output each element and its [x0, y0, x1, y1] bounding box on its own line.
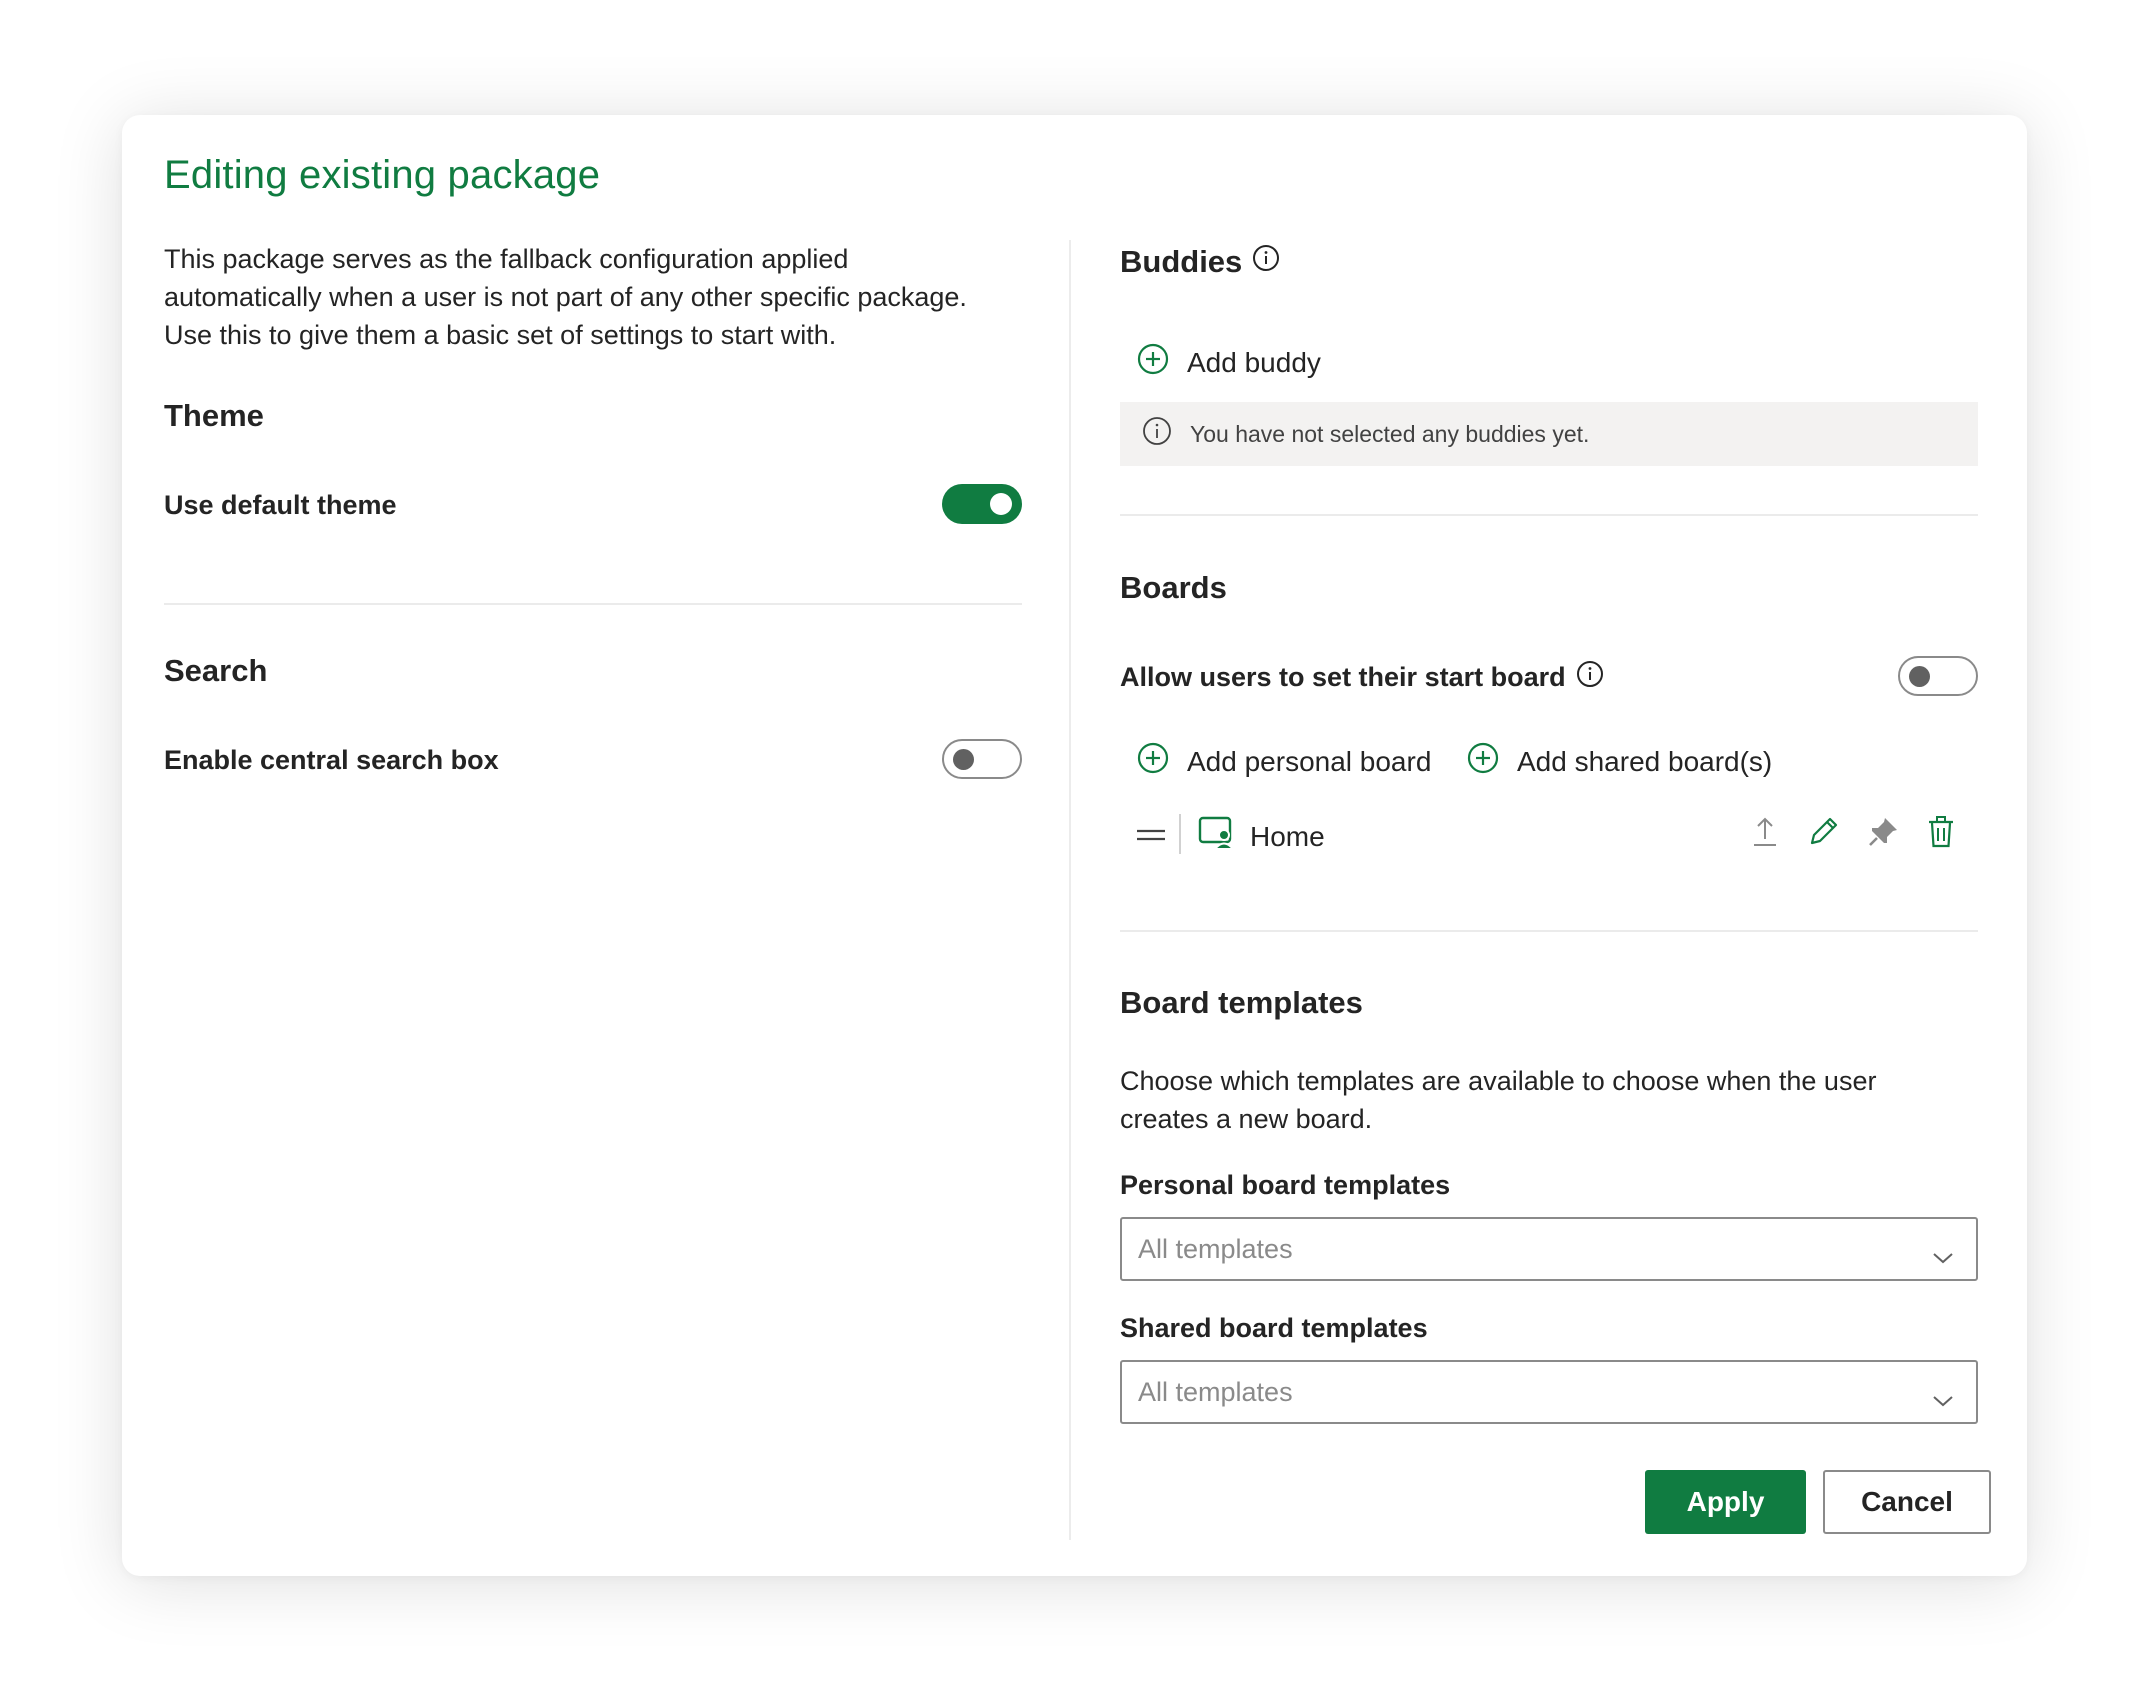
add-circle-icon	[1137, 343, 1169, 382]
start-board-label: Allow users to set their start board	[1120, 662, 1566, 692]
pin-icon[interactable]	[1866, 815, 1900, 854]
shared-templates-dropdown[interactable]: All templates	[1120, 1360, 1978, 1424]
search-section-title: Search	[164, 653, 268, 688]
edit-package-dialog: Editing existing package This package se…	[122, 115, 2027, 1576]
upload-icon[interactable]	[1750, 815, 1780, 854]
toggle-knob	[990, 493, 1012, 515]
drag-separator	[1179, 814, 1181, 854]
no-buddies-notice: You have not selected any buddies yet.	[1120, 402, 1978, 466]
enable-search-toggle[interactable]	[942, 739, 1022, 779]
board-actions	[1750, 815, 1956, 854]
shared-templates-label: Shared board templates	[1120, 1313, 1428, 1343]
templates-description: Choose which templates are available to …	[1120, 1062, 1978, 1138]
use-default-theme-label: Use default theme	[164, 490, 397, 520]
add-shared-board-label: Add shared board(s)	[1517, 745, 1773, 777]
add-buddy-button[interactable]: Add buddy	[1137, 343, 1321, 382]
boards-section-title: Boards	[1120, 570, 1227, 605]
intro-line: Use this to give them a basic set of set…	[164, 320, 837, 350]
section-divider	[164, 603, 1022, 605]
column-divider	[1069, 240, 1071, 1540]
info-icon[interactable]	[1576, 660, 1604, 695]
add-circle-icon	[1467, 742, 1499, 781]
personal-templates-value: All templates	[1138, 1233, 1293, 1264]
chevron-down-icon	[1932, 1241, 1954, 1272]
add-shared-board-button[interactable]: Add shared board(s)	[1467, 742, 1772, 781]
cancel-button[interactable]: Cancel	[1823, 1470, 1991, 1534]
delete-icon[interactable]	[1926, 815, 1956, 854]
personal-templates-label: Personal board templates	[1120, 1170, 1451, 1200]
left-column: This package serves as the fallback conf…	[164, 240, 1022, 779]
intro-line: This package serves as the fallback conf…	[164, 244, 849, 274]
section-divider	[1120, 514, 1978, 516]
buddies-title-text: Buddies	[1120, 244, 1243, 279]
info-icon[interactable]	[1252, 244, 1280, 280]
buddies-section-title: Buddies	[1120, 244, 1280, 280]
board-templates-section-title: Board templates	[1120, 985, 1363, 1020]
info-icon	[1142, 416, 1172, 452]
add-personal-board-label: Add personal board	[1187, 745, 1432, 777]
dialog-title: Editing existing package	[164, 153, 601, 197]
theme-section-title: Theme	[164, 398, 264, 433]
board-name[interactable]: Home	[1250, 821, 1325, 853]
start-board-toggle[interactable]	[1898, 656, 1978, 696]
intro-text: This package serves as the fallback conf…	[164, 240, 1022, 354]
use-default-theme-toggle[interactable]	[942, 484, 1022, 524]
shared-templates-value: All templates	[1138, 1376, 1293, 1407]
add-buddy-label: Add buddy	[1187, 346, 1321, 378]
intro-line: automatically when a user is not part of…	[164, 282, 967, 312]
enable-search-label: Enable central search box	[164, 745, 499, 775]
toggle-knob	[953, 749, 974, 770]
personal-board-icon	[1198, 815, 1236, 856]
drag-handle-icon[interactable]	[1136, 827, 1166, 848]
add-personal-board-button[interactable]: Add personal board	[1137, 742, 1431, 781]
toggle-knob	[1909, 666, 1930, 687]
description-line: Choose which templates are available to …	[1120, 1066, 1877, 1096]
section-divider	[1120, 930, 1978, 932]
description-line: creates a new board.	[1120, 1104, 1373, 1134]
personal-templates-dropdown[interactable]: All templates	[1120, 1217, 1978, 1281]
chevron-down-icon	[1932, 1384, 1954, 1415]
edit-icon[interactable]	[1806, 815, 1840, 854]
add-circle-icon	[1137, 742, 1169, 781]
apply-button[interactable]: Apply	[1645, 1470, 1806, 1534]
board-list-item: Home	[1120, 807, 1978, 867]
start-board-row: Allow users to set their start board	[1120, 660, 1604, 695]
no-buddies-text: You have not selected any buddies yet.	[1190, 420, 1590, 447]
